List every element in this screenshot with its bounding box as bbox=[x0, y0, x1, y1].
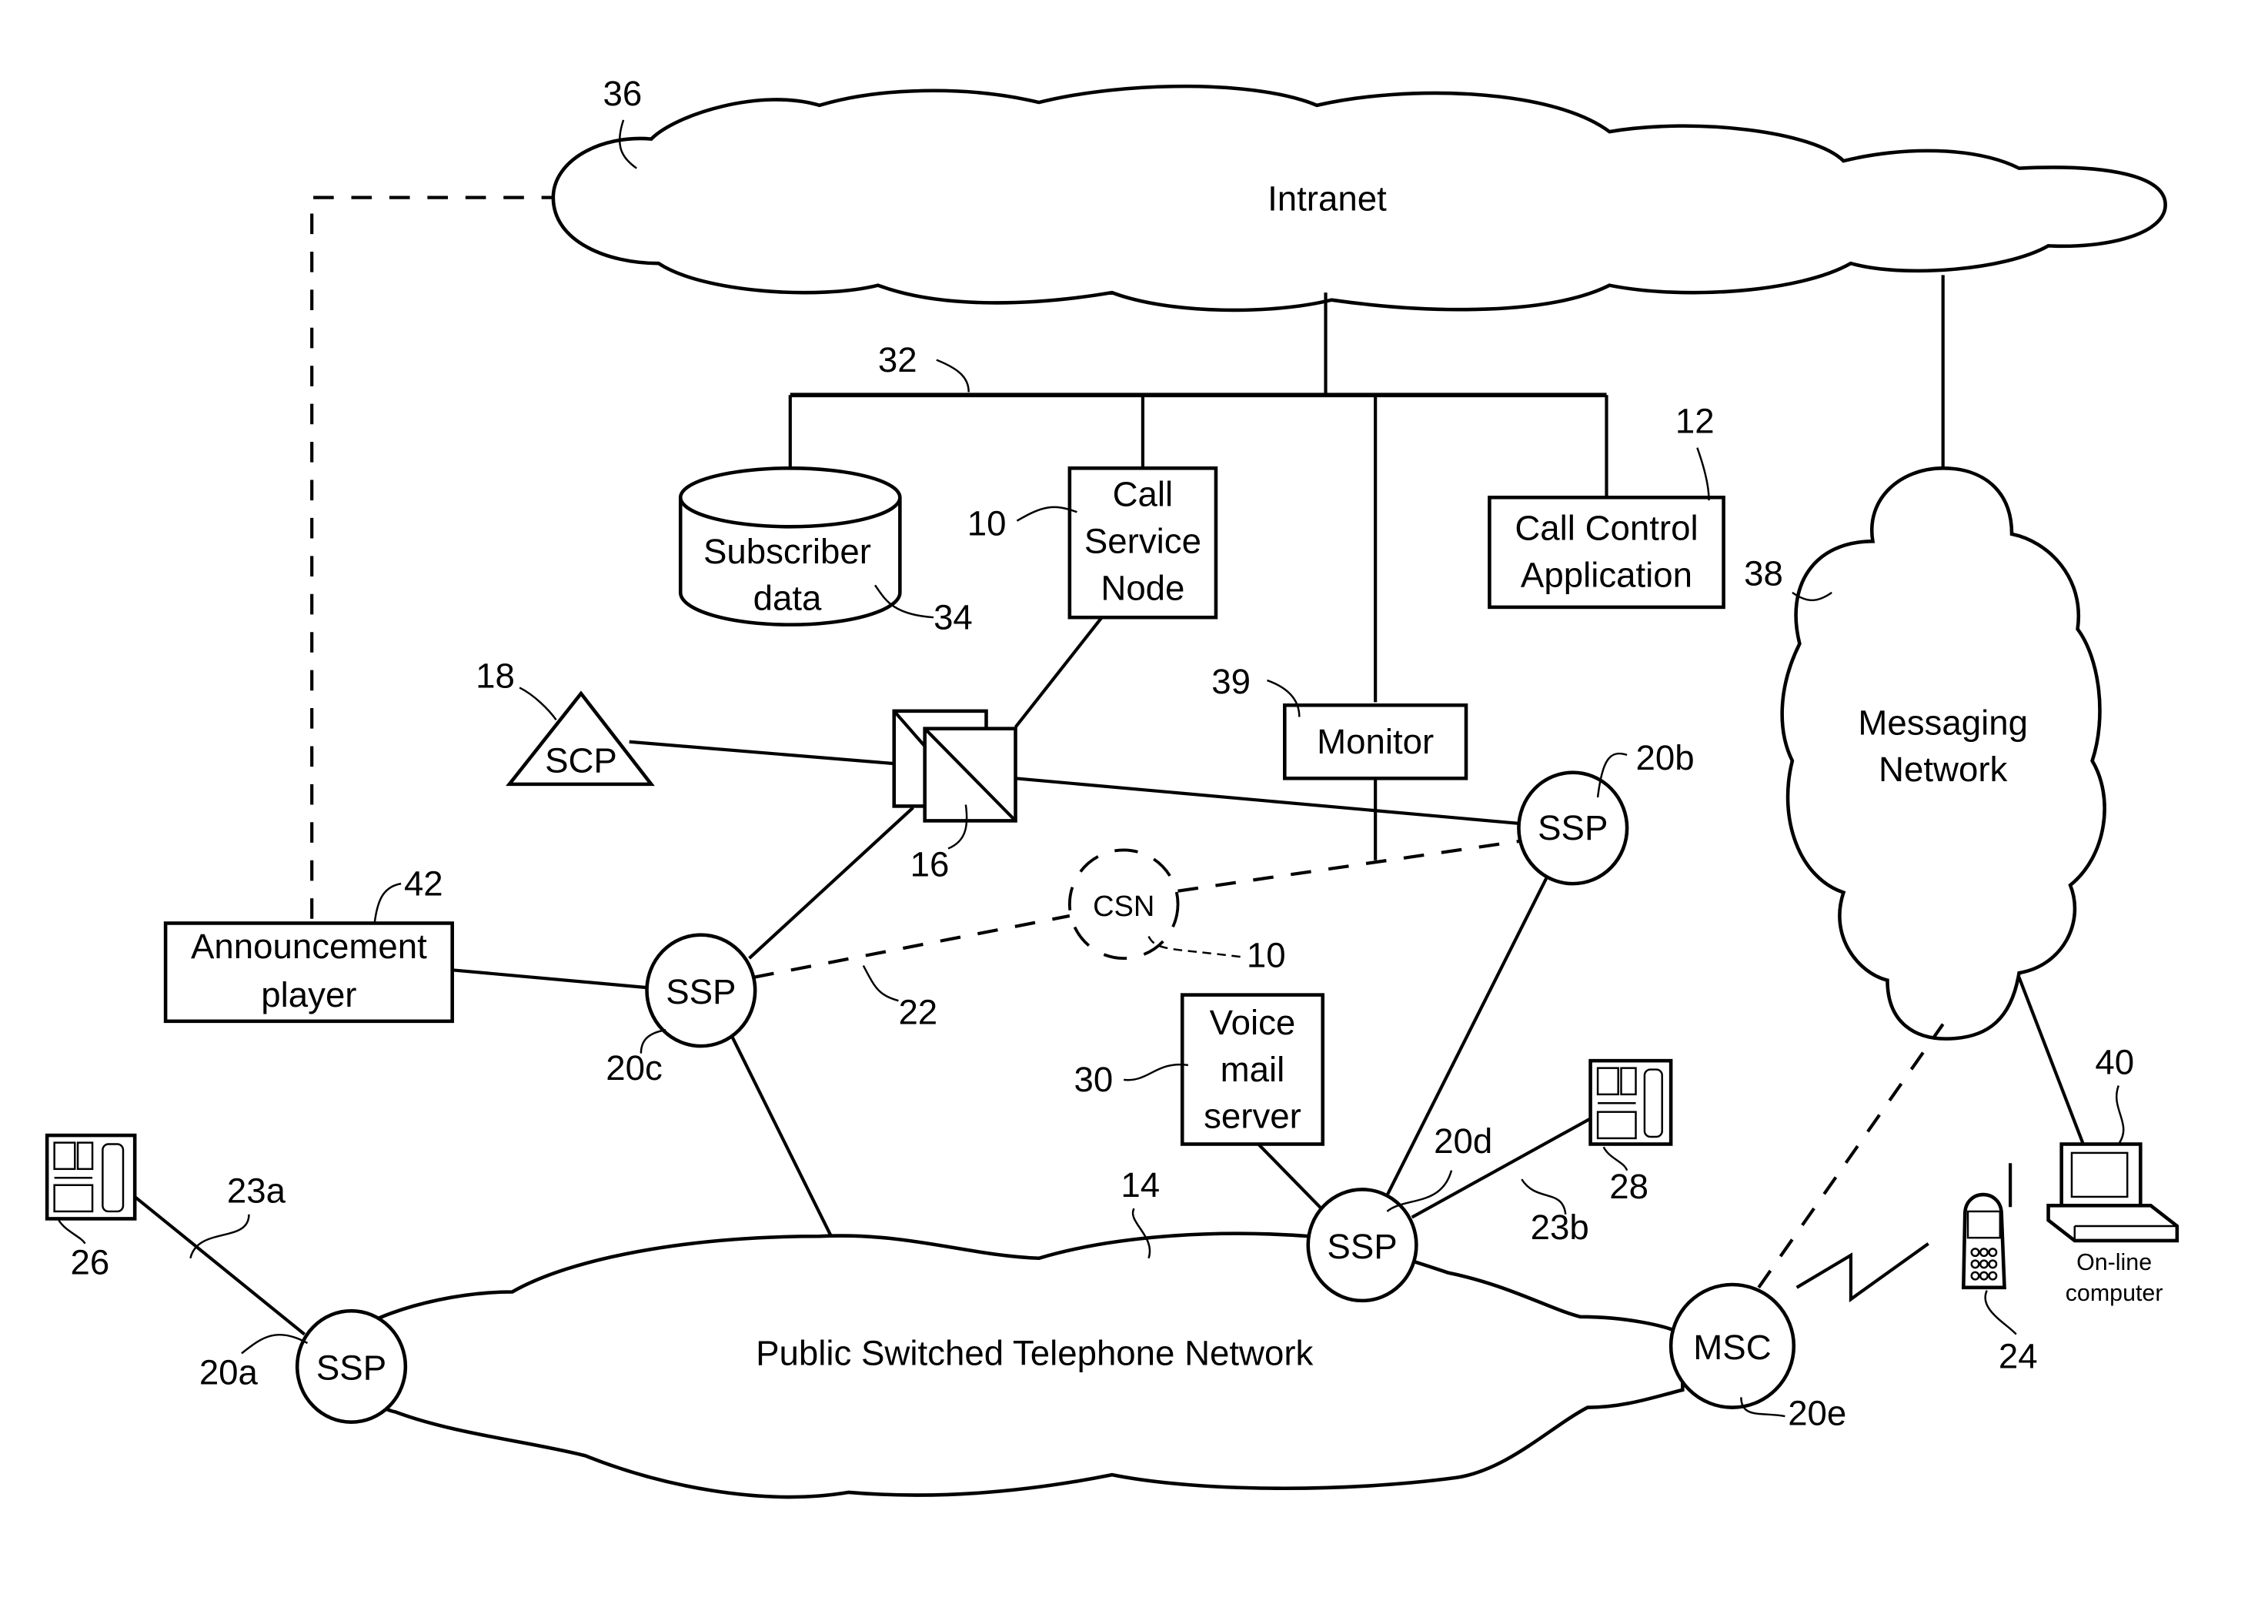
msc-label: MSC bbox=[1693, 1328, 1771, 1367]
link-ssp20c-pstn bbox=[730, 1034, 833, 1238]
ref-24: 24 bbox=[1999, 1336, 2038, 1375]
network-diagram: Intranet 36 32 Subscriber data 34 Call S… bbox=[45, 74, 2179, 1499]
ref-26: 26 bbox=[71, 1243, 110, 1282]
messaging-label-line2: Network bbox=[1879, 750, 2007, 789]
ref-22: 22 bbox=[898, 993, 937, 1032]
link-switch-ssp20b bbox=[1015, 777, 1522, 826]
csn-line2: Service bbox=[1084, 522, 1201, 561]
pstn-cloud: Public Switched Telephone Network bbox=[364, 1231, 1685, 1499]
link-scp-switch bbox=[629, 740, 896, 766]
intranet-cloud: Intranet bbox=[551, 84, 2167, 312]
leader-30 bbox=[1124, 1063, 1188, 1081]
leader-40 bbox=[2115, 1085, 2125, 1145]
csn-virtual-node[interactable]: CSN bbox=[1067, 848, 1180, 960]
csn-line1: Call bbox=[1113, 475, 1174, 514]
ssp-20b-label: SSP bbox=[1538, 808, 1608, 847]
ssp-20c[interactable]: SSP bbox=[645, 933, 757, 1048]
call-service-node-box[interactable]: Call Service Node bbox=[1067, 466, 1218, 620]
messaging-network-cloud: Messaging Network bbox=[1780, 466, 2106, 1041]
leader-26 bbox=[58, 1219, 86, 1245]
ref-23b: 23b bbox=[1531, 1208, 1589, 1247]
subscriber-data-db[interactable]: Subscriber data bbox=[678, 466, 902, 627]
link-switch-csn bbox=[1014, 616, 1104, 729]
ref-20b: 20b bbox=[1636, 738, 1695, 777]
ref-38: 38 bbox=[1744, 553, 1783, 593]
ref-28: 28 bbox=[1609, 1167, 1648, 1206]
monitor-box[interactable]: Monitor bbox=[1283, 703, 1468, 780]
leader-23a bbox=[189, 1214, 250, 1259]
monitor-label: Monitor bbox=[1317, 722, 1434, 761]
leader-18 bbox=[519, 687, 557, 720]
mobile-phone-icon[interactable] bbox=[1961, 1163, 2012, 1290]
ref-40: 40 bbox=[2095, 1042, 2134, 1081]
computer-label-line1: On-line bbox=[2076, 1249, 2152, 1275]
ssp-20a[interactable]: SSP bbox=[295, 1308, 408, 1424]
switch-16[interactable] bbox=[892, 709, 1017, 823]
ref-36: 36 bbox=[603, 74, 642, 113]
scp-label: SCP bbox=[545, 741, 617, 780]
ref-23a: 23a bbox=[227, 1171, 286, 1211]
announcement-line2: player bbox=[261, 975, 356, 1014]
scp-node[interactable]: SCP bbox=[506, 690, 655, 787]
voice-mail-server-box[interactable]: Voice mail server bbox=[1180, 993, 1324, 1146]
csn-line3: Node bbox=[1101, 568, 1184, 607]
wireless-link-icon bbox=[1795, 1242, 1929, 1303]
desk-phone-26-icon[interactable] bbox=[45, 1133, 137, 1221]
leader-12 bbox=[1696, 447, 1710, 501]
csn-label: CSN bbox=[1093, 891, 1154, 923]
ref-16: 16 bbox=[910, 845, 950, 884]
ref-39: 39 bbox=[1211, 662, 1251, 701]
ref-18: 18 bbox=[476, 656, 515, 695]
vm-line1: Voice bbox=[1210, 1003, 1296, 1042]
ref-30: 30 bbox=[1074, 1060, 1114, 1099]
announcement-player-box[interactable]: Announcement player bbox=[163, 921, 454, 1024]
link-switch-ssp20c bbox=[748, 806, 914, 960]
call-control-application-box[interactable]: Call Control Application bbox=[1488, 496, 1725, 610]
dashed-link-msc-messaging bbox=[1757, 1023, 1945, 1288]
ref-12: 12 bbox=[1675, 402, 1715, 441]
ref-14: 14 bbox=[1121, 1165, 1160, 1205]
subscriber-data-line2: data bbox=[753, 579, 822, 618]
messaging-label-line1: Messaging bbox=[1858, 703, 2028, 742]
announcement-line1: Announcement bbox=[191, 927, 427, 966]
ref-10-csn: 10 bbox=[967, 504, 1007, 543]
link-vm-ssp20d bbox=[1257, 1143, 1326, 1213]
ref-32: 32 bbox=[878, 340, 917, 379]
dashed-link-22-left bbox=[753, 914, 1071, 979]
dashed-link-22-right bbox=[1177, 839, 1519, 893]
computer-label-line2: computer bbox=[2066, 1280, 2163, 1306]
ssp-20d[interactable]: SSP bbox=[1306, 1188, 1418, 1303]
msc-20e[interactable]: MSC bbox=[1668, 1282, 1796, 1409]
link-announcement-ssp20c bbox=[452, 968, 647, 990]
ssp-20d-label: SSP bbox=[1327, 1227, 1397, 1266]
leader-22 bbox=[862, 965, 899, 1002]
ref-34: 34 bbox=[934, 597, 973, 637]
leader-24 bbox=[1984, 1290, 2017, 1335]
cca-line2: Application bbox=[1521, 555, 1692, 594]
ref-10-virtual: 10 bbox=[1247, 935, 1286, 974]
cca-line1: Call Control bbox=[1515, 508, 1698, 547]
vm-line2: mail bbox=[1221, 1050, 1285, 1089]
laptop-computer-icon[interactable] bbox=[2046, 1142, 2179, 1243]
intranet-label: Intranet bbox=[1268, 179, 1387, 219]
link-23a bbox=[133, 1195, 306, 1336]
link-messaging-computer bbox=[2017, 977, 2087, 1149]
ref-42: 42 bbox=[404, 864, 443, 903]
ref-20d: 20d bbox=[1434, 1121, 1492, 1161]
ref-20a: 20a bbox=[199, 1352, 259, 1392]
ref-20e: 20e bbox=[1788, 1393, 1846, 1432]
leader-32 bbox=[936, 359, 970, 393]
ref-20c: 20c bbox=[606, 1048, 663, 1088]
ssp-20a-label: SSP bbox=[316, 1348, 386, 1388]
vm-line3: server bbox=[1204, 1097, 1301, 1136]
leader-42 bbox=[373, 882, 402, 922]
subscriber-data-line1: Subscriber bbox=[703, 532, 871, 571]
pstn-label: Public Switched Telephone Network bbox=[756, 1334, 1313, 1373]
desk-phone-28-icon[interactable] bbox=[1588, 1058, 1673, 1146]
dashed-link-announcement-intranet bbox=[310, 195, 553, 919]
ssp-20c-label: SSP bbox=[666, 972, 736, 1011]
ssp-20b[interactable]: SSP bbox=[1517, 770, 1629, 886]
